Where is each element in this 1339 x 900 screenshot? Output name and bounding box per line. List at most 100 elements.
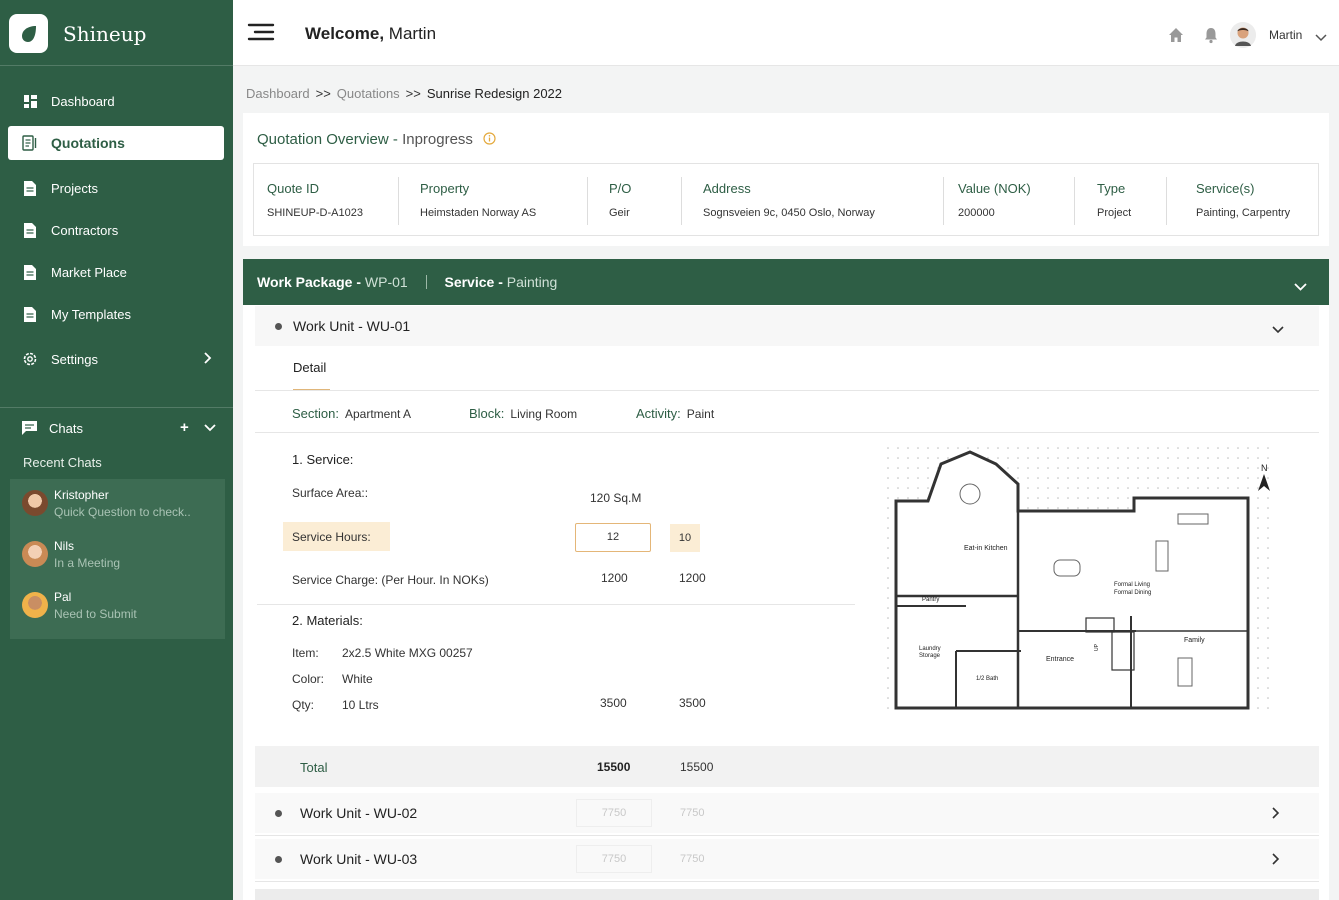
plan-label-storage: Storage [919, 653, 941, 659]
chevron-right-icon[interactable] [1272, 852, 1280, 870]
work-unit-row-wu-01[interactable]: Work Unit - WU-01 [255, 306, 1319, 346]
sidebar-divider [0, 407, 233, 408]
sidebar-item-label: Market Place [51, 264, 127, 280]
chat-name: Nils [54, 539, 74, 553]
top-bar: Welcome, Martin Martin [233, 0, 1339, 66]
item-value: 2x2.5 White MXG 00257 [342, 646, 473, 660]
add-chat-icon[interactable]: + [180, 419, 189, 436]
overview-table: Quote ID SHINEUP-D-A1023 Property Heimstad… [253, 163, 1319, 236]
column-divider [398, 177, 399, 225]
meta-section: Section: Apartment A [292, 406, 411, 421]
sidebar-item-market-place[interactable]: Market Place [8, 255, 224, 289]
dashboard-icon [22, 93, 38, 109]
bell-icon[interactable] [1202, 26, 1220, 44]
work-unit-title: Work Unit - WU-02 [300, 805, 418, 821]
work-unit-value: 7750 [680, 807, 705, 819]
document-icon [22, 180, 38, 196]
bullet-dot [275, 810, 282, 817]
service-label: Service - [444, 274, 503, 290]
breadcrumb-current: Sunrise Redesign 2022 [426, 86, 563, 101]
service-charge-label: Service Charge: (Per Hour. In NOKs) [292, 573, 489, 587]
plan-label-up: UP [1094, 643, 1100, 651]
work-unit-row-wu-02[interactable]: Work Unit - WU-02 7750 7750 [255, 793, 1319, 833]
sidebar-item-contractors[interactable]: Contractors [8, 213, 224, 247]
sidebar-item-label: Dashboard [51, 93, 115, 109]
info-icon[interactable] [483, 132, 496, 149]
plan-label-dining: Formal Dining [1114, 590, 1151, 596]
qty-amount-1: 3500 [600, 696, 627, 710]
col-value: Project [1097, 207, 1132, 219]
chat-bubble-icon [22, 421, 37, 435]
col-value: Painting, Carpentry [1196, 207, 1291, 219]
work-unit-value-field[interactable]: 7750 [576, 845, 652, 873]
col-header: Type [1097, 181, 1126, 196]
column-divider [943, 177, 944, 225]
recent-chats-label: Recent Chats [23, 455, 102, 470]
work-package-card: Work Package - WP-01 Service - Painting … [243, 259, 1329, 900]
chevron-down-icon[interactable] [1272, 321, 1284, 339]
divider [257, 604, 855, 605]
col-header: Service(s) [1196, 181, 1255, 196]
color-label: Color: [292, 672, 325, 686]
overview-title: Quotation Overview - Inprogress [257, 131, 496, 149]
meta-key: Activity: [636, 406, 681, 421]
col-value: SHINEUP-D-A1023 [267, 207, 363, 219]
meta-activity: Activity: Paint [636, 406, 714, 421]
column-divider [681, 177, 682, 225]
service-hours-input[interactable]: 12 [575, 523, 651, 552]
service-charge-value-2: 1200 [679, 571, 706, 585]
plan-label-family: Family [1184, 637, 1205, 644]
chevron-down-icon[interactable] [1294, 278, 1307, 296]
meta-value: Apartment A [344, 407, 412, 421]
app-logo[interactable] [9, 14, 48, 53]
chevron-down-icon[interactable] [204, 420, 216, 435]
sidebar-divider [0, 65, 233, 66]
chevron-right-icon[interactable] [1272, 806, 1280, 824]
quotation-icon [22, 135, 38, 151]
sidebar-item-my-templates[interactable]: My Templates [8, 297, 224, 331]
qty-amount-2: 3500 [679, 696, 706, 710]
user-name[interactable]: Martin [1269, 28, 1302, 42]
plan-label-entrance: Entrance [1046, 656, 1074, 663]
welcome-prefix: Welcome, [305, 24, 385, 43]
col-value: Geir [609, 207, 630, 219]
leaf-logo-icon [21, 25, 36, 42]
col-header: P/O [609, 181, 632, 196]
chevron-down-icon[interactable] [1315, 29, 1327, 47]
col-header: Quote ID [267, 181, 320, 196]
plan-label-living: Formal Living [1114, 582, 1150, 588]
document-icon [22, 222, 38, 238]
home-icon[interactable] [1167, 26, 1185, 44]
col-value: Heimstaden Norway AS [420, 207, 537, 219]
avatar [22, 490, 48, 516]
sidebar-item-dashboard[interactable]: Dashboard [8, 84, 224, 118]
divider [255, 432, 1319, 433]
chat-item-nils[interactable]: Nils In a Meeting [22, 538, 120, 574]
floor-plan-image: Eat-in Kitchen Pantry Formal Living Form… [886, 446, 1276, 714]
breadcrumb-separator: >> [405, 86, 421, 101]
service-heading: 1. Service: [292, 452, 354, 467]
materials-heading: 2. Materials: [292, 613, 363, 628]
sidebar-item-quotations[interactable]: Quotations [8, 126, 224, 160]
chat-item-pal[interactable]: Pal Need to Submit [22, 589, 137, 625]
quotation-overview-card: Quotation Overview - Inprogress Quote ID… [243, 113, 1329, 246]
sidebar-item-settings[interactable]: Settings [8, 342, 224, 376]
breadcrumb-dashboard[interactable]: Dashboard [246, 86, 310, 101]
avatar [22, 592, 48, 618]
chat-item-kristopher[interactable]: Kristopher Quick Question to check.. [22, 487, 191, 523]
sidebar-item-projects[interactable]: Projects [8, 171, 224, 205]
work-unit-row-wu-03[interactable]: Work Unit - WU-03 7750 7750 [255, 839, 1319, 879]
chevron-right-icon [204, 352, 212, 367]
chats-label: Chats [49, 420, 83, 436]
meta-key: Block: [469, 406, 505, 421]
col-value: 200000 [958, 207, 995, 219]
bullet-dot [275, 856, 282, 863]
brand-name: Shineup [63, 22, 147, 46]
breadcrumb-quotations[interactable]: Quotations [337, 86, 400, 101]
tab-detail[interactable]: Detail [293, 360, 326, 375]
chat-name: Pal [54, 590, 72, 604]
work-package-header[interactable]: Work Package - WP-01 Service - Painting [243, 259, 1329, 305]
user-avatar[interactable] [1230, 22, 1256, 48]
work-unit-value-field[interactable]: 7750 [576, 799, 652, 827]
hamburger-menu-icon[interactable] [247, 22, 275, 42]
